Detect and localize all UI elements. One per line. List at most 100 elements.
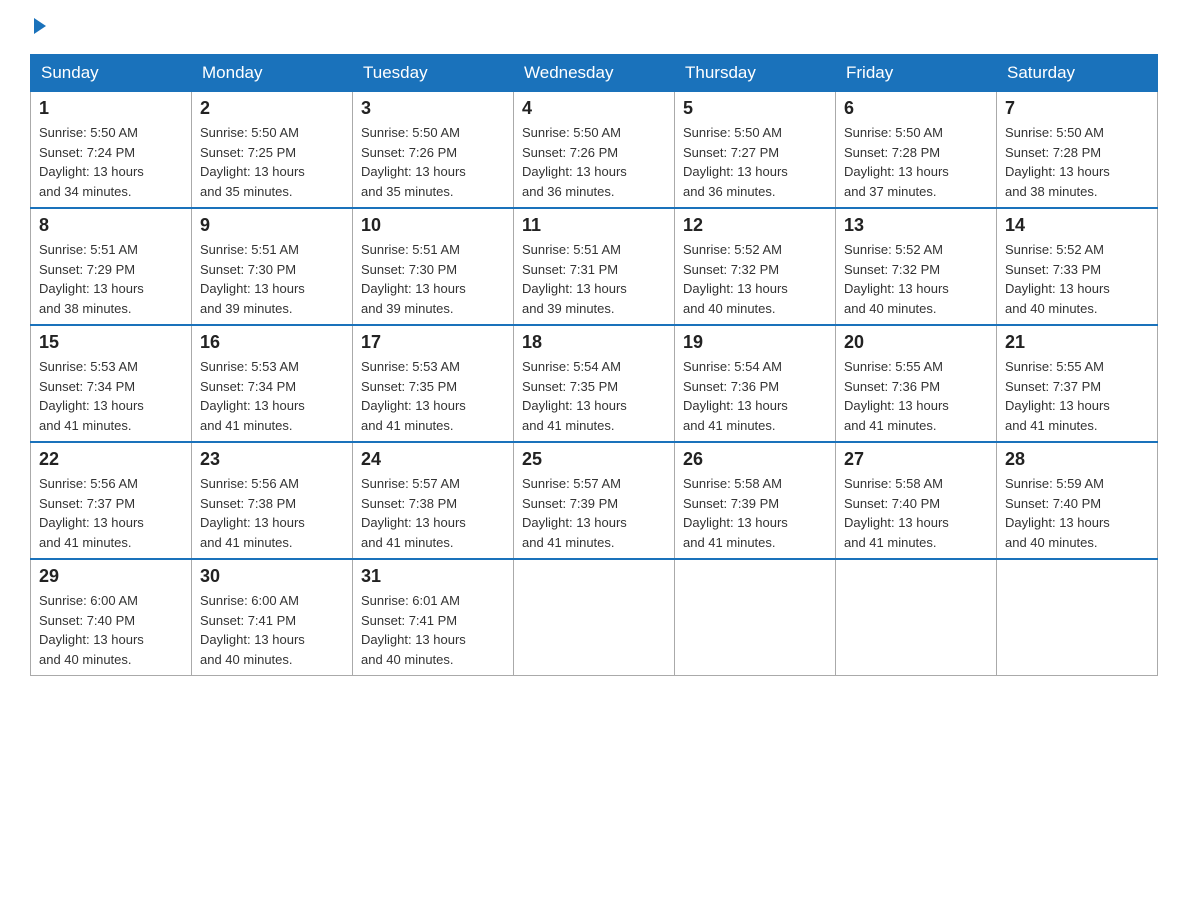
day-sun-info: Sunrise: 5:54 AMSunset: 7:36 PMDaylight:… — [683, 357, 827, 435]
day-number: 14 — [1005, 215, 1149, 236]
day-number: 17 — [361, 332, 505, 353]
calendar-week-row: 8Sunrise: 5:51 AMSunset: 7:29 PMDaylight… — [31, 208, 1158, 325]
day-sun-info: Sunrise: 5:50 AMSunset: 7:26 PMDaylight:… — [522, 123, 666, 201]
calendar-table: Sunday Monday Tuesday Wednesday Thursday… — [30, 54, 1158, 676]
calendar-day-cell: 12Sunrise: 5:52 AMSunset: 7:32 PMDayligh… — [675, 208, 836, 325]
day-sun-info: Sunrise: 5:57 AMSunset: 7:39 PMDaylight:… — [522, 474, 666, 552]
day-sun-info: Sunrise: 5:59 AMSunset: 7:40 PMDaylight:… — [1005, 474, 1149, 552]
calendar-day-cell — [997, 559, 1158, 676]
calendar-day-cell: 16 Sunrise: 5:53 AMSunset: 7:34 PMDayligh… — [192, 325, 353, 442]
day-number: 2 — [200, 98, 344, 119]
calendar-day-cell: 31 Sunrise: 6:01 AMSunset: 7:41 PMDayligh… — [353, 559, 514, 676]
day-sun-info: Sunrise: 5:56 AMSunset: 7:37 PMDaylight:… — [39, 474, 183, 552]
day-sun-info: Sunrise: 5:56 AMSunset: 7:38 PMDaylight:… — [200, 474, 344, 552]
calendar-day-cell: 6 Sunrise: 5:50 AMSunset: 7:28 PMDaylight… — [836, 92, 997, 209]
calendar-day-cell: 20 Sunrise: 5:55 AMSunset: 7:36 PMDayligh… — [836, 325, 997, 442]
calendar-day-cell: 21 Sunrise: 5:55 AMSunset: 7:37 PMDayligh… — [997, 325, 1158, 442]
calendar-day-cell: 5Sunrise: 5:50 AMSunset: 7:27 PMDaylight… — [675, 92, 836, 209]
day-number: 27 — [844, 449, 988, 470]
day-sun-info: Sunrise: 5:51 AMSunset: 7:30 PMDaylight:… — [200, 240, 344, 318]
day-number: 16 — [200, 332, 344, 353]
day-number: 28 — [1005, 449, 1149, 470]
day-number: 26 — [683, 449, 827, 470]
calendar-day-cell: 15Sunrise: 5:53 AMSunset: 7:34 PMDayligh… — [31, 325, 192, 442]
day-number: 11 — [522, 215, 666, 236]
logo-blue-text — [30, 20, 46, 34]
calendar-day-cell: 1 Sunrise: 5:50 AMSunset: 7:24 PMDaylight… — [31, 92, 192, 209]
day-sun-info: Sunrise: 5:50 AMSunset: 7:26 PMDaylight:… — [361, 123, 505, 201]
calendar-day-cell: 9 Sunrise: 5:51 AMSunset: 7:30 PMDaylight… — [192, 208, 353, 325]
calendar-day-cell: 13 Sunrise: 5:52 AMSunset: 7:32 PMDayligh… — [836, 208, 997, 325]
calendar-week-row: 29 Sunrise: 6:00 AMSunset: 7:40 PMDayligh… — [31, 559, 1158, 676]
day-number: 24 — [361, 449, 505, 470]
day-number: 3 — [361, 98, 505, 119]
calendar-day-cell — [836, 559, 997, 676]
calendar-day-cell: 14 Sunrise: 5:52 AMSunset: 7:33 PMDayligh… — [997, 208, 1158, 325]
calendar-header-row: Sunday Monday Tuesday Wednesday Thursday… — [31, 55, 1158, 92]
calendar-day-cell: 7 Sunrise: 5:50 AMSunset: 7:28 PMDaylight… — [997, 92, 1158, 209]
day-sun-info: Sunrise: 5:58 AMSunset: 7:40 PMDaylight:… — [844, 474, 988, 552]
calendar-day-cell: 4 Sunrise: 5:50 AMSunset: 7:26 PMDaylight… — [514, 92, 675, 209]
day-number: 19 — [683, 332, 827, 353]
day-sun-info: Sunrise: 5:52 AMSunset: 7:32 PMDaylight:… — [844, 240, 988, 318]
day-sun-info: Sunrise: 5:50 AMSunset: 7:27 PMDaylight:… — [683, 123, 827, 201]
day-number: 21 — [1005, 332, 1149, 353]
day-number: 31 — [361, 566, 505, 587]
day-sun-info: Sunrise: 5:53 AMSunset: 7:35 PMDaylight:… — [361, 357, 505, 435]
day-sun-info: Sunrise: 5:50 AMSunset: 7:24 PMDaylight:… — [39, 123, 183, 201]
calendar-day-cell: 17 Sunrise: 5:53 AMSunset: 7:35 PMDayligh… — [353, 325, 514, 442]
day-number: 1 — [39, 98, 183, 119]
day-sun-info: Sunrise: 5:52 AMSunset: 7:33 PMDaylight:… — [1005, 240, 1149, 318]
day-sun-info: Sunrise: 5:55 AMSunset: 7:37 PMDaylight:… — [1005, 357, 1149, 435]
calendar-day-cell: 3 Sunrise: 5:50 AMSunset: 7:26 PMDaylight… — [353, 92, 514, 209]
logo-arrow-icon — [34, 18, 46, 34]
calendar-day-cell: 19 Sunrise: 5:54 AMSunset: 7:36 PMDayligh… — [675, 325, 836, 442]
header-saturday: Saturday — [997, 55, 1158, 92]
header-thursday: Thursday — [675, 55, 836, 92]
day-number: 6 — [844, 98, 988, 119]
header-sunday: Sunday — [31, 55, 192, 92]
calendar-week-row: 1 Sunrise: 5:50 AMSunset: 7:24 PMDaylight… — [31, 92, 1158, 209]
calendar-day-cell: 24 Sunrise: 5:57 AMSunset: 7:38 PMDayligh… — [353, 442, 514, 559]
calendar-week-row: 22 Sunrise: 5:56 AMSunset: 7:37 PMDayligh… — [31, 442, 1158, 559]
day-number: 23 — [200, 449, 344, 470]
day-number: 13 — [844, 215, 988, 236]
day-number: 18 — [522, 332, 666, 353]
calendar-day-cell: 10Sunrise: 5:51 AMSunset: 7:30 PMDayligh… — [353, 208, 514, 325]
calendar-day-cell: 29 Sunrise: 6:00 AMSunset: 7:40 PMDayligh… — [31, 559, 192, 676]
day-number: 15 — [39, 332, 183, 353]
calendar-day-cell: 22 Sunrise: 5:56 AMSunset: 7:37 PMDayligh… — [31, 442, 192, 559]
calendar-day-cell: 26 Sunrise: 5:58 AMSunset: 7:39 PMDayligh… — [675, 442, 836, 559]
logo — [30, 20, 46, 34]
day-sun-info: Sunrise: 5:50 AMSunset: 7:28 PMDaylight:… — [1005, 123, 1149, 201]
day-number: 7 — [1005, 98, 1149, 119]
calendar-day-cell: 11Sunrise: 5:51 AMSunset: 7:31 PMDayligh… — [514, 208, 675, 325]
day-sun-info: Sunrise: 5:57 AMSunset: 7:38 PMDaylight:… — [361, 474, 505, 552]
page-header — [30, 20, 1158, 34]
day-number: 8 — [39, 215, 183, 236]
day-sun-info: Sunrise: 6:00 AMSunset: 7:41 PMDaylight:… — [200, 591, 344, 669]
calendar-week-row: 15 Sunrise: 5:53 AMSunset: 7:34 PMDayligh… — [31, 325, 1158, 442]
calendar-day-cell: 2Sunrise: 5:50 AMSunset: 7:25 PMDaylight… — [192, 92, 353, 209]
day-sun-info: Sunrise: 5:50 AMSunset: 7:28 PMDaylight:… — [844, 123, 988, 201]
calendar-day-cell: 30 Sunrise: 6:00 AMSunset: 7:41 PMDayligh… — [192, 559, 353, 676]
day-number: 22 — [39, 449, 183, 470]
day-number: 30 — [200, 566, 344, 587]
calendar-day-cell: 28 Sunrise: 5:59 AMSunset: 7:40 PMDayligh… — [997, 442, 1158, 559]
day-number: 25 — [522, 449, 666, 470]
day-sun-info: Sunrise: 6:01 AMSunset: 7:41 PMDaylight:… — [361, 591, 505, 669]
day-sun-info: Sunrise: 5:53 AMSunset: 7:34 PMDaylight:… — [200, 357, 344, 435]
header-friday: Friday — [836, 55, 997, 92]
day-number: 20 — [844, 332, 988, 353]
day-number: 9 — [200, 215, 344, 236]
header-tuesday: Tuesday — [353, 55, 514, 92]
calendar-day-cell: 27 Sunrise: 5:58 AMSunset: 7:40 PMDayligh… — [836, 442, 997, 559]
day-sun-info: Sunrise: 5:54 AMSunset: 7:35 PMDaylight:… — [522, 357, 666, 435]
day-sun-info: Sunrise: 6:00 AMSunset: 7:40 PMDaylight:… — [39, 591, 183, 669]
day-sun-info: Sunrise: 5:52 AMSunset: 7:32 PMDaylight:… — [683, 240, 827, 318]
calendar-day-cell: 18 Sunrise: 5:54 AMSunset: 7:35 PMDayligh… — [514, 325, 675, 442]
day-sun-info: Sunrise: 5:55 AMSunset: 7:36 PMDaylight:… — [844, 357, 988, 435]
day-number: 4 — [522, 98, 666, 119]
day-sun-info: Sunrise: 5:58 AMSunset: 7:39 PMDaylight:… — [683, 474, 827, 552]
day-number: 29 — [39, 566, 183, 587]
